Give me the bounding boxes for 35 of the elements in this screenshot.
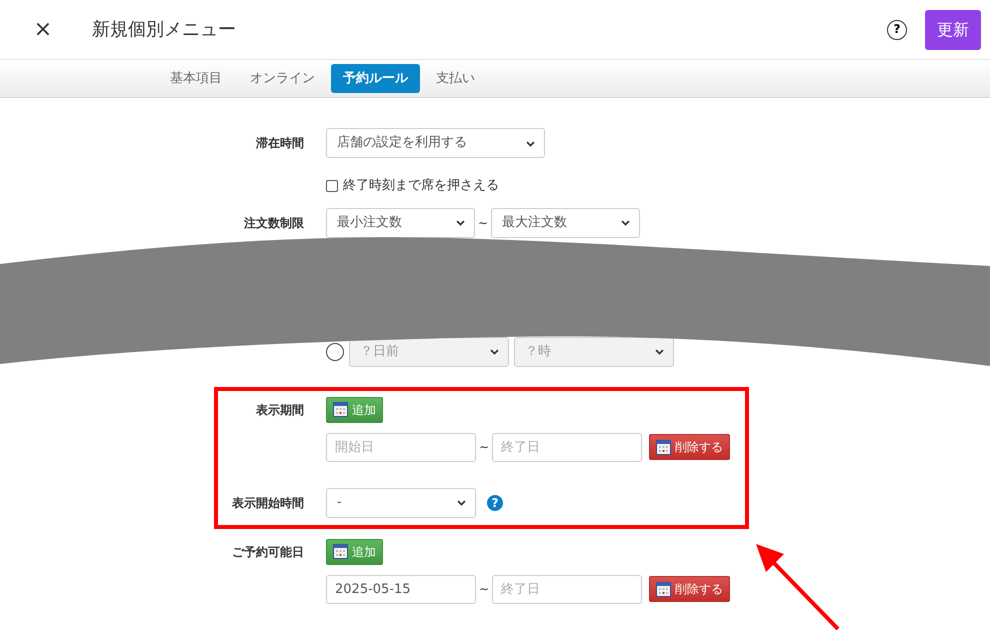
field-label: 表示期間 (255, 402, 305, 418)
calendar-icon (656, 582, 671, 596)
tab[interactable]: オンライン (238, 64, 327, 93)
checkbox-label: 終了時刻まで席を押さえる (343, 177, 499, 195)
delete-button[interactable]: 削除する (649, 434, 730, 460)
field-label: 注文数制限 (243, 214, 305, 232)
date-field[interactable]: 終了日 (492, 432, 642, 462)
calendar-icon (333, 544, 348, 559)
help-button[interactable]: ? (887, 20, 907, 40)
tab[interactable]: 支払い (424, 64, 487, 93)
field-label: ご予約可能日 (231, 544, 305, 560)
range-separator: ~ (478, 581, 490, 598)
help-icon[interactable]: ? (487, 494, 503, 510)
tab[interactable]: 基本項目 (158, 64, 234, 93)
close-button[interactable]: × (30, 16, 56, 42)
date-field[interactable]: 開始日 (326, 432, 476, 462)
add-button[interactable]: 追加 (326, 396, 383, 422)
range-separator: ~ (476, 214, 490, 232)
update-button[interactable]: 更新 (925, 10, 981, 50)
delete-button[interactable]: 削除する (649, 576, 730, 602)
checkbox[interactable] (326, 180, 338, 192)
range-separator: ~ (478, 439, 490, 456)
date-field[interactable]: 終了日 (492, 574, 642, 604)
page-title: 新規個別メニュー (92, 18, 236, 42)
field-label: 表示開始時間 (231, 494, 305, 512)
date-field[interactable]: 2025-05-15 (326, 574, 476, 604)
calendar-icon (333, 402, 348, 417)
select-field[interactable]: - (326, 488, 476, 518)
calendar-icon (656, 440, 671, 454)
select-field[interactable]: 最大注文数 (491, 208, 640, 238)
add-button[interactable]: 追加 (326, 538, 383, 564)
field-label: 滞在時間 (255, 135, 305, 152)
tab[interactable]: 予約ルール (331, 64, 420, 93)
select-field[interactable]: 店舗の設定を利用する (326, 128, 545, 158)
select-field[interactable]: 最小注文数 (326, 208, 475, 238)
